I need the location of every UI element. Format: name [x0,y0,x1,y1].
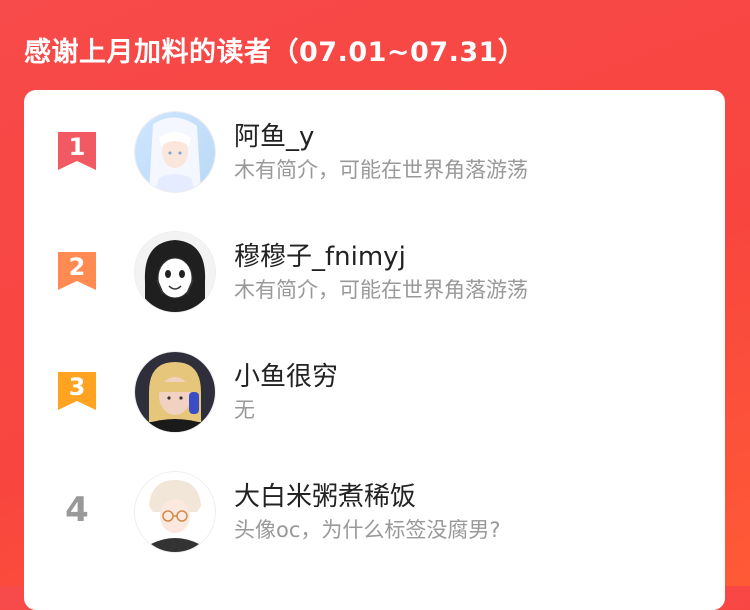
rank-number: 4 [65,490,89,530]
rank-number: 3 [68,373,86,401]
reader-name[interactable]: 阿鱼_y [234,116,314,153]
rank-number: 1 [68,133,86,161]
avatar[interactable] [134,351,216,433]
avatar[interactable] [134,111,216,193]
rank-badge-2: 2 [56,250,98,292]
avatar[interactable] [134,471,216,553]
reader-description: 木有简介，可能在世界角落游荡 [234,278,528,302]
reader-description: 木有简介，可能在世界角落游荡 [234,158,528,182]
photo-blonde-avatar [135,352,215,432]
reader-list-card: 1 阿鱼_y 木有简介，可能在世界角落游荡 2 穆穆子_fnimyj 木有简介，… [24,90,725,610]
anime-white-hair-avatar [135,112,215,192]
anime-glasses-avatar [135,472,215,552]
reader-row-2[interactable]: 2 穆穆子_fnimyj 木有简介，可能在世界角落游荡 [24,210,725,313]
rank-badge-3: 3 [56,370,98,412]
reader-description: 头像oc，为什么标签没腐男? [234,518,501,542]
reader-name[interactable]: 穆穆子_fnimyj [234,236,406,273]
reader-name[interactable]: 小鱼很穷 [234,356,338,393]
page-title: 感谢上月加料的读者（07.01~07.31） [24,37,526,68]
reader-row-4[interactable]: 4 大白米粥煮稀饭 头像oc，为什么标签没腐男? [24,450,725,553]
manga-girl-avatar [135,232,215,312]
rank-badge-1: 1 [56,130,98,172]
reader-description: 无 [234,398,255,422]
rank-number: 2 [68,253,86,281]
reader-name[interactable]: 大白米粥煮稀饭 [234,476,416,513]
reader-row-3[interactable]: 3 小鱼很穷 无 [24,330,725,433]
reader-row-1[interactable]: 1 阿鱼_y 木有简介，可能在世界角落游荡 [24,90,725,193]
avatar[interactable] [134,231,216,313]
